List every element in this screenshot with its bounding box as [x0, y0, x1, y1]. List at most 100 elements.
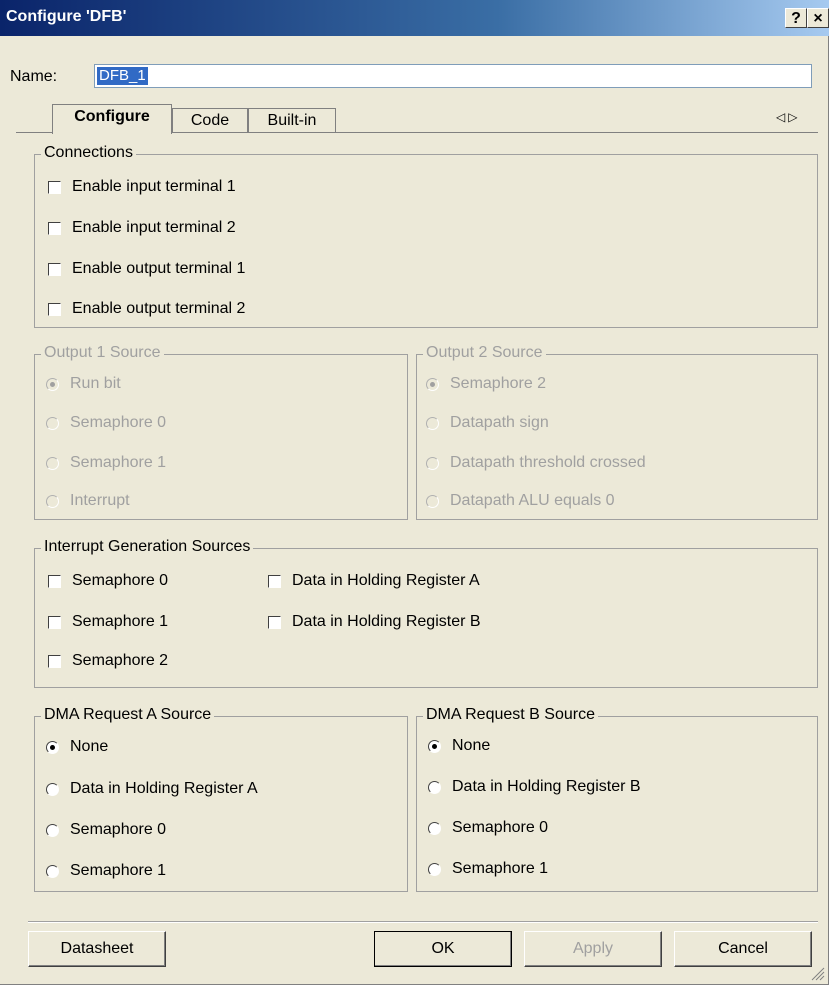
output2-title: Output 2 Source — [423, 344, 546, 362]
checkbox-output-terminal-1[interactable]: Enable output terminal 1 — [48, 260, 245, 278]
tab-scroll-right-icon[interactable]: ▷ — [788, 110, 800, 124]
checkbox-label: Enable input terminal 1 — [72, 178, 236, 195]
radio-icon[interactable] — [428, 780, 441, 794]
cancel-button[interactable]: Cancel — [674, 931, 812, 967]
name-label: Name: — [10, 68, 58, 85]
radio-icon — [46, 456, 59, 470]
datasheet-button[interactable]: Datasheet — [28, 931, 166, 967]
checkbox-label: Enable output terminal 2 — [72, 300, 246, 317]
resize-grip-icon[interactable] — [811, 967, 825, 981]
radio-output2-threshold-crossed: Datapath threshold crossed — [426, 454, 646, 472]
radio-icon — [46, 377, 59, 391]
radio-label: Semaphore 1 — [70, 454, 167, 471]
radio-output2-semaphore-2: Semaphore 2 — [426, 375, 546, 393]
checkbox-interrupt-semaphore-1[interactable]: Semaphore 1 — [48, 613, 168, 631]
name-value: DFB_1 — [97, 67, 148, 85]
radio-icon — [46, 494, 59, 508]
radio-icon — [426, 456, 439, 470]
ok-button[interactable]: OK — [374, 931, 512, 967]
radio-icon — [426, 377, 439, 391]
radio-dma-b-semaphore-0[interactable]: Semaphore 0 — [428, 819, 548, 837]
tab-configure[interactable]: Configure — [52, 104, 172, 134]
checkbox-label: Enable input terminal 2 — [72, 219, 236, 236]
radio-label: Semaphore 0 — [70, 821, 167, 838]
dma-b-title: DMA Request B Source — [423, 706, 598, 724]
checkbox-icon[interactable] — [48, 221, 61, 235]
radio-dma-b-semaphore-1[interactable]: Semaphore 1 — [428, 860, 548, 878]
checkbox-icon[interactable] — [268, 574, 281, 588]
radio-output2-datapath-sign: Datapath sign — [426, 414, 549, 432]
radio-icon — [426, 494, 439, 508]
radio-output1-semaphore-1: Semaphore 1 — [46, 454, 166, 472]
radio-output1-semaphore-0: Semaphore 0 — [46, 414, 166, 432]
checkbox-interrupt-semaphore-2[interactable]: Semaphore 2 — [48, 652, 168, 670]
checkbox-icon[interactable] — [48, 574, 61, 588]
radio-dma-a-holding-register-a[interactable]: Data in Holding Register A — [46, 780, 258, 798]
radio-dma-a-semaphore-0[interactable]: Semaphore 0 — [46, 821, 166, 839]
checkbox-icon[interactable] — [268, 615, 281, 629]
checkbox-interrupt-semaphore-0[interactable]: Semaphore 0 — [48, 572, 168, 590]
checkbox-interrupt-holding-register-b[interactable]: Data in Holding Register B — [268, 613, 481, 631]
radio-icon[interactable] — [46, 823, 59, 837]
checkbox-icon[interactable] — [48, 262, 61, 276]
checkbox-label: Semaphore 0 — [72, 572, 169, 589]
radio-output1-interrupt: Interrupt — [46, 492, 130, 510]
dma-a-title: DMA Request A Source — [41, 706, 215, 724]
checkbox-label: Data in Holding Register B — [292, 613, 481, 630]
radio-dma-a-none[interactable]: None — [46, 738, 108, 756]
radio-icon[interactable] — [46, 782, 59, 796]
connections-title: Connections — [41, 144, 136, 162]
checkbox-input-terminal-2[interactable]: Enable input terminal 2 — [48, 219, 236, 237]
radio-label: None — [452, 737, 491, 754]
radio-icon — [46, 416, 59, 430]
checkbox-icon[interactable] — [48, 615, 61, 629]
tab-built-in[interactable]: Built-in — [248, 108, 336, 132]
title-bar[interactable]: Configure 'DFB' ? × — [0, 0, 829, 36]
radio-label: Data in Holding Register B — [452, 778, 641, 795]
window-title: Configure 'DFB' — [6, 8, 127, 25]
radio-label: Datapath ALU equals 0 — [450, 492, 615, 509]
checkbox-interrupt-holding-register-a[interactable]: Data in Holding Register A — [268, 572, 480, 590]
interrupt-title: Interrupt Generation Sources — [41, 538, 254, 556]
radio-label: None — [70, 738, 109, 755]
radio-output1-run-bit: Run bit — [46, 375, 121, 393]
radio-label: Data in Holding Register A — [70, 780, 258, 797]
radio-label: Datapath threshold crossed — [450, 454, 646, 471]
radio-dma-a-semaphore-1[interactable]: Semaphore 1 — [46, 862, 166, 880]
radio-label: Run bit — [70, 375, 121, 392]
checkbox-label: Semaphore 1 — [72, 613, 169, 630]
tab-scroll-arrows[interactable]: ◁▷ — [776, 110, 800, 124]
radio-label: Interrupt — [70, 492, 130, 509]
radio-label: Datapath sign — [450, 414, 549, 431]
radio-label: Semaphore 1 — [452, 860, 549, 877]
checkbox-icon[interactable] — [48, 180, 61, 194]
radio-label: Semaphore 2 — [450, 375, 547, 392]
checkbox-label: Enable output terminal 1 — [72, 260, 246, 277]
output1-title: Output 1 Source — [41, 344, 164, 362]
radio-output2-alu-equals-0: Datapath ALU equals 0 — [426, 492, 615, 510]
checkbox-input-terminal-1[interactable]: Enable input terminal 1 — [48, 178, 236, 196]
tab-code[interactable]: Code — [172, 108, 248, 132]
button-separator — [28, 921, 818, 923]
radio-icon[interactable] — [46, 864, 59, 878]
configure-dialog: Configure 'DFB' ? × Name: DFB_1 Configur… — [0, 0, 829, 985]
radio-label: Semaphore 1 — [70, 862, 167, 879]
radio-icon[interactable] — [428, 821, 441, 835]
radio-icon[interactable] — [428, 862, 441, 876]
name-input[interactable]: DFB_1 — [94, 64, 812, 88]
radio-dma-b-holding-register-b[interactable]: Data in Holding Register B — [428, 778, 641, 796]
radio-icon[interactable] — [428, 739, 441, 753]
radio-dma-b-none[interactable]: None — [428, 737, 490, 755]
close-button[interactable]: × — [807, 8, 829, 28]
tab-scroll-left-icon[interactable]: ◁ — [776, 110, 788, 124]
radio-label: Semaphore 0 — [70, 414, 167, 431]
help-button[interactable]: ? — [785, 8, 807, 28]
radio-icon[interactable] — [46, 740, 59, 754]
checkbox-icon[interactable] — [48, 654, 61, 668]
radio-label: Semaphore 0 — [452, 819, 549, 836]
checkbox-icon[interactable] — [48, 302, 61, 316]
checkbox-output-terminal-2[interactable]: Enable output terminal 2 — [48, 300, 245, 318]
apply-button: Apply — [524, 931, 662, 967]
checkbox-label: Data in Holding Register A — [292, 572, 480, 589]
radio-icon — [426, 416, 439, 430]
